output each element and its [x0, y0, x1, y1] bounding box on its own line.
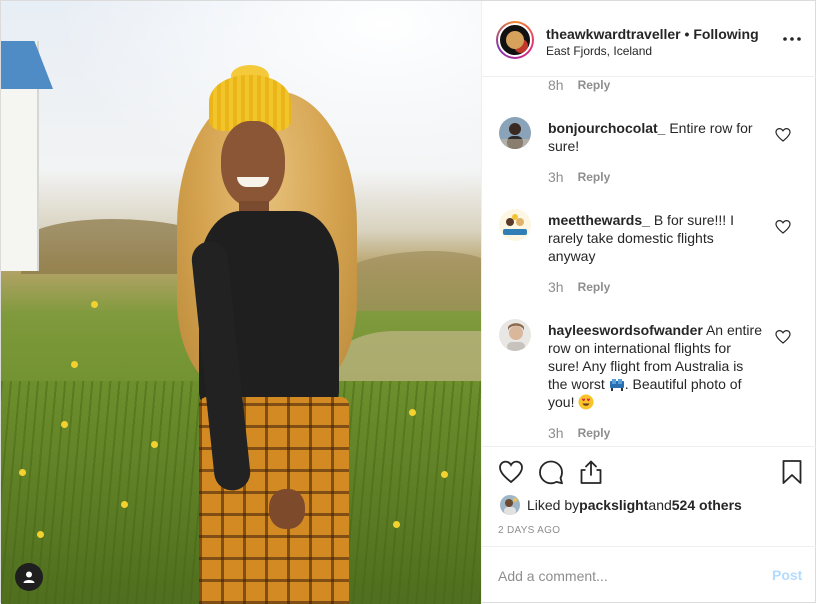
post-header: theawkwardtraveller • Following East Fjo…	[482, 1, 816, 77]
comment-time: 3h	[548, 279, 564, 295]
header-username[interactable]: theawkwardtraveller	[546, 26, 681, 42]
likes-count[interactable]: 524 others	[672, 497, 742, 513]
comment-text: meetthewards_ B for sure!!! I rarely tak…	[548, 211, 763, 265]
reply-button[interactable]: Reply	[578, 170, 611, 184]
follow-status-button[interactable]: Following	[693, 26, 758, 42]
person-hand	[269, 489, 305, 529]
photo-flower	[121, 501, 128, 508]
photo-flower	[151, 441, 158, 448]
likes-summary: Liked by packslight and 524 others	[500, 495, 742, 515]
likes-prefix: Liked by	[527, 497, 580, 513]
previous-comment-meta: 8h Reply	[548, 77, 610, 93]
person-smile	[237, 177, 269, 187]
comment-text: hayleeswordsofwander An entire row on in…	[548, 321, 763, 411]
reply-button[interactable]: Reply	[578, 78, 611, 92]
airplane-seat-emoji-icon	[609, 379, 624, 391]
comment-username[interactable]: meetthewards_	[548, 212, 650, 228]
likes-middle: and	[648, 497, 672, 513]
reply-button[interactable]: Reply	[578, 280, 611, 294]
avatar-image	[498, 23, 532, 57]
comment-avatar[interactable]	[499, 319, 531, 351]
post-comment-button[interactable]: Post	[772, 567, 802, 583]
avatar-icon	[499, 117, 531, 149]
comment-like-heart-icon[interactable]	[775, 219, 791, 235]
heart-eyes-emoji-icon	[578, 394, 594, 410]
liker-username[interactable]: packslight	[579, 497, 648, 513]
photo-flower	[61, 421, 68, 428]
comment-username[interactable]: hayleeswordsofwander	[548, 322, 703, 338]
avatar-icon	[499, 319, 531, 351]
comment-time: 3h	[548, 169, 564, 185]
comments-list[interactable]: 8h Reply bonjourchocolat_ Entire row for…	[482, 77, 816, 447]
comment-avatar[interactable]	[499, 117, 531, 149]
header-separator: •	[684, 26, 690, 42]
comment-meta: 3h Reply	[548, 279, 610, 295]
header-username-row: theawkwardtraveller • Following	[546, 26, 759, 42]
person-face	[221, 121, 285, 207]
photo-flower	[19, 469, 26, 476]
photo-flower	[37, 531, 44, 538]
comment-icon[interactable]	[538, 459, 564, 485]
ellipsis-icon	[783, 37, 801, 41]
comment-like-heart-icon[interactable]	[775, 329, 791, 345]
heart-icon[interactable]	[498, 459, 524, 485]
instagram-post: theawkwardtraveller • Following East Fjo…	[0, 0, 816, 604]
user-tag-icon[interactable]	[15, 563, 43, 591]
photo-person	[169, 61, 369, 604]
comment-meta: 3h Reply	[548, 169, 610, 185]
header-location[interactable]: East Fjords, Iceland	[546, 44, 652, 58]
post-date[interactable]: 2 DAYS AGO	[498, 525, 560, 536]
comment-username[interactable]: bonjourchocolat_	[548, 120, 665, 136]
comment-avatar[interactable]	[499, 209, 531, 241]
more-options-icon[interactable]	[782, 29, 802, 49]
profile-avatar[interactable]	[496, 21, 534, 59]
photo-flower	[441, 471, 448, 478]
photo-flower	[91, 301, 98, 308]
liker-avatar[interactable]	[500, 495, 520, 515]
photo-flower	[71, 361, 78, 368]
reply-button[interactable]: Reply	[578, 426, 611, 440]
share-icon[interactable]	[578, 459, 604, 485]
add-comment-form: Post	[482, 548, 816, 604]
comment-time: 8h	[548, 77, 564, 93]
comment-meta: 3h Reply	[548, 425, 610, 441]
photo-flower	[393, 521, 400, 528]
comment-text: bonjourchocolat_ Entire row for sure!	[548, 119, 763, 155]
photo-flower	[409, 409, 416, 416]
avatar-icon	[500, 495, 520, 515]
avatar-icon	[499, 209, 531, 241]
comment-like-heart-icon[interactable]	[775, 127, 791, 143]
post-actions: Liked by packslight and 524 others 2 DAY…	[482, 447, 816, 547]
comment-time: 3h	[548, 425, 564, 441]
post-side-panel: theawkwardtraveller • Following East Fjo…	[481, 1, 816, 604]
avatar-glyph	[506, 31, 524, 49]
person-icon	[23, 571, 35, 583]
post-photo[interactable]	[1, 1, 481, 604]
bookmark-icon[interactable]	[779, 459, 805, 485]
add-comment-input[interactable]	[498, 566, 748, 586]
